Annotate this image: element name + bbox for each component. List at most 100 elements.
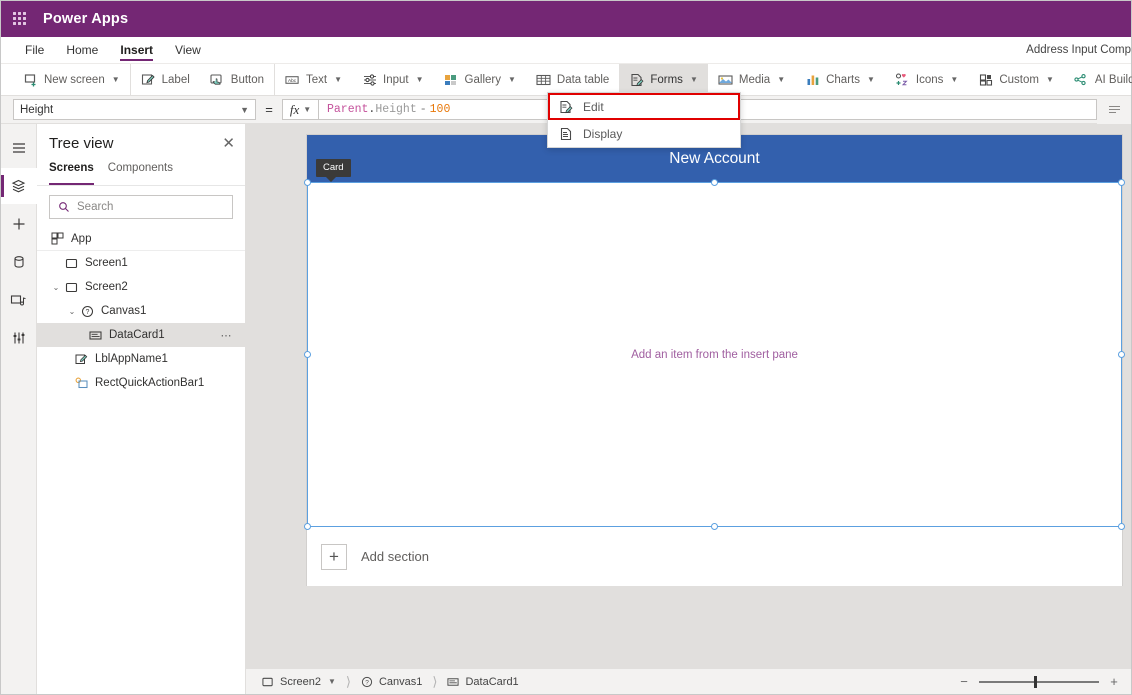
tree-node-rectquickactionbar1[interactable]: RectQuickActionBar1	[37, 371, 245, 395]
ribbon-custom[interactable]: Custom ▼	[968, 64, 1064, 95]
advanced-tools-icon[interactable]	[1, 320, 37, 356]
tree-node-label: App	[71, 232, 92, 245]
breadcrumb-screen2[interactable]: Screen2 ▼	[252, 669, 346, 695]
menu-option-label: Edit	[583, 99, 604, 114]
tab-screens[interactable]: Screens	[49, 162, 94, 185]
ribbon-icons[interactable]: Icons ▼	[885, 64, 968, 95]
ribbon-gallery[interactable]: Gallery ▼	[434, 64, 526, 95]
canvas-icon: ?	[361, 676, 373, 687]
ribbon-charts[interactable]: Charts ▼	[795, 64, 885, 95]
ribbon-input[interactable]: Input ▼	[352, 64, 434, 95]
tab-components[interactable]: Components	[108, 162, 173, 185]
ribbon-label: Label	[161, 73, 190, 86]
menu-item-insert[interactable]: Insert	[109, 37, 164, 63]
zoom-slider-thumb[interactable]	[1034, 675, 1037, 688]
resize-handle-top-right[interactable]	[1118, 179, 1125, 186]
ribbon-button-btn[interactable]: Button	[200, 64, 274, 95]
resize-handle-middle-left[interactable]	[304, 350, 311, 358]
tree-node-lblappname1[interactable]: LblAppName1	[37, 347, 245, 371]
menu-label: Insert	[120, 43, 154, 57]
expander-chevron-icon[interactable]: ⌄	[49, 283, 63, 292]
breadcrumb-label: Canvas1	[378, 675, 423, 688]
button-icon	[210, 72, 225, 87]
resize-handle-bottom-center[interactable]	[710, 523, 718, 530]
menu-item-view[interactable]: View	[164, 37, 212, 63]
menu-bar: File Home Insert View Address Input Comp	[1, 37, 1131, 64]
zoom-out-button[interactable]: −	[957, 674, 971, 689]
more-options-icon[interactable]: ⋯	[221, 329, 234, 342]
tree-node-canvas1[interactable]: ⌄ ? Canvas1	[37, 299, 245, 323]
app-icon	[49, 232, 66, 245]
fx-button[interactable]: fx ▼	[282, 99, 318, 120]
custom-icon	[978, 72, 993, 87]
menu-item-file[interactable]: File	[14, 37, 55, 63]
tree-node-datacard1[interactable]: DataCard1 ⋯	[37, 323, 245, 347]
menu-option-display[interactable]: Display	[548, 120, 740, 147]
label-icon	[141, 72, 156, 87]
canvas-area: New Account Card Add an item from the in…	[246, 124, 1131, 694]
ribbon-ai-builder[interactable]: AI Builder ▼	[1064, 64, 1132, 95]
card-tooltip-tag: Card	[316, 159, 351, 182]
breadcrumb-canvas1[interactable]: ? Canvas1	[351, 669, 432, 695]
zoom-in-button[interactable]: +	[1107, 674, 1121, 689]
menu-option-edit[interactable]: Edit	[548, 93, 740, 120]
edit-form-icon	[558, 99, 573, 114]
search-input[interactable]: Search	[49, 195, 233, 219]
app-launcher-icon[interactable]	[13, 12, 27, 26]
ribbon-forms[interactable]: Forms ▼	[619, 64, 708, 95]
media-icon[interactable]	[1, 282, 37, 318]
tree-view-tabs: Screens Components	[37, 162, 245, 186]
tree-node-screen2[interactable]: ⌄ Screen2	[37, 275, 245, 299]
zoom-slider-track	[979, 680, 1099, 683]
property-selector[interactable]: Height ▼	[13, 99, 256, 120]
svg-text:Abc: Abc	[288, 77, 297, 82]
chevron-down-icon[interactable]: ▼	[328, 677, 336, 686]
ribbon-label: Forms	[650, 73, 683, 86]
formula-token-dot: .	[368, 103, 376, 116]
ribbon-label: Text	[306, 73, 328, 86]
zoom-controls: − +	[957, 674, 1131, 689]
resize-handle-bottom-right[interactable]	[1118, 523, 1125, 530]
resize-handle-middle-right[interactable]	[1118, 350, 1125, 358]
ribbon-media[interactable]: Media ▼	[708, 64, 795, 95]
breadcrumb-datacard1[interactable]: DataCard1	[437, 669, 528, 695]
svg-text:?: ?	[365, 679, 369, 686]
expander-chevron-icon[interactable]: ⌄	[65, 307, 79, 316]
ribbon-new-screen[interactable]: New screen ▼	[13, 64, 130, 95]
ribbon-label: Gallery	[464, 73, 501, 86]
zoom-slider[interactable]	[979, 675, 1099, 689]
canvas-scroll: New Account Card Add an item from the in…	[246, 124, 1131, 668]
tree-node-screen1[interactable]: Screen1	[37, 251, 245, 275]
ribbon-data-table[interactable]: Data table	[526, 64, 619, 95]
charts-icon	[805, 72, 820, 87]
power-apps-window: Power Apps File Home Insert View Address…	[0, 0, 1132, 695]
chevron-down-icon: ▼	[334, 75, 343, 84]
close-icon[interactable]: ✕	[222, 136, 235, 151]
ribbon-label: Button	[230, 73, 265, 86]
forms-icon	[629, 72, 644, 87]
menu-item-home[interactable]: Home	[55, 37, 109, 63]
insert-icon[interactable]	[1, 206, 37, 242]
menu-label: View	[175, 43, 201, 57]
chevron-down-icon: ▼	[415, 75, 424, 84]
ribbon-label: New screen	[44, 73, 105, 86]
resize-handle-top-left[interactable]	[304, 179, 311, 186]
status-bar: Screen2 ▼ ⟩ ? Canvas1 ⟩ DataCard1 − +	[246, 668, 1131, 694]
ribbon-text[interactable]: Abc Text ▼	[274, 64, 352, 95]
tree-node-app[interactable]: App	[37, 227, 245, 251]
equals-sign: =	[265, 102, 273, 117]
data-icon[interactable]	[1, 244, 37, 280]
formula-expand-button[interactable]	[1097, 95, 1131, 124]
add-section-row[interactable]: + Add section	[307, 527, 1122, 586]
rectangle-icon	[73, 377, 90, 390]
menu-icon[interactable]	[1, 130, 37, 166]
environment-label: Address Input Comp	[1026, 44, 1131, 56]
resize-handle-top-center[interactable]	[710, 179, 718, 186]
icons-icon	[895, 72, 910, 87]
tree-view-icon[interactable]	[0, 168, 37, 204]
tree-view-header: Tree view ✕	[37, 124, 245, 162]
add-section-plus-icon[interactable]: +	[321, 543, 347, 570]
ribbon-label-btn[interactable]: Label	[129, 64, 200, 95]
datacard-selected-region[interactable]: Card Add an item from the insert pane	[304, 159, 1125, 530]
resize-handle-bottom-left[interactable]	[304, 523, 311, 530]
